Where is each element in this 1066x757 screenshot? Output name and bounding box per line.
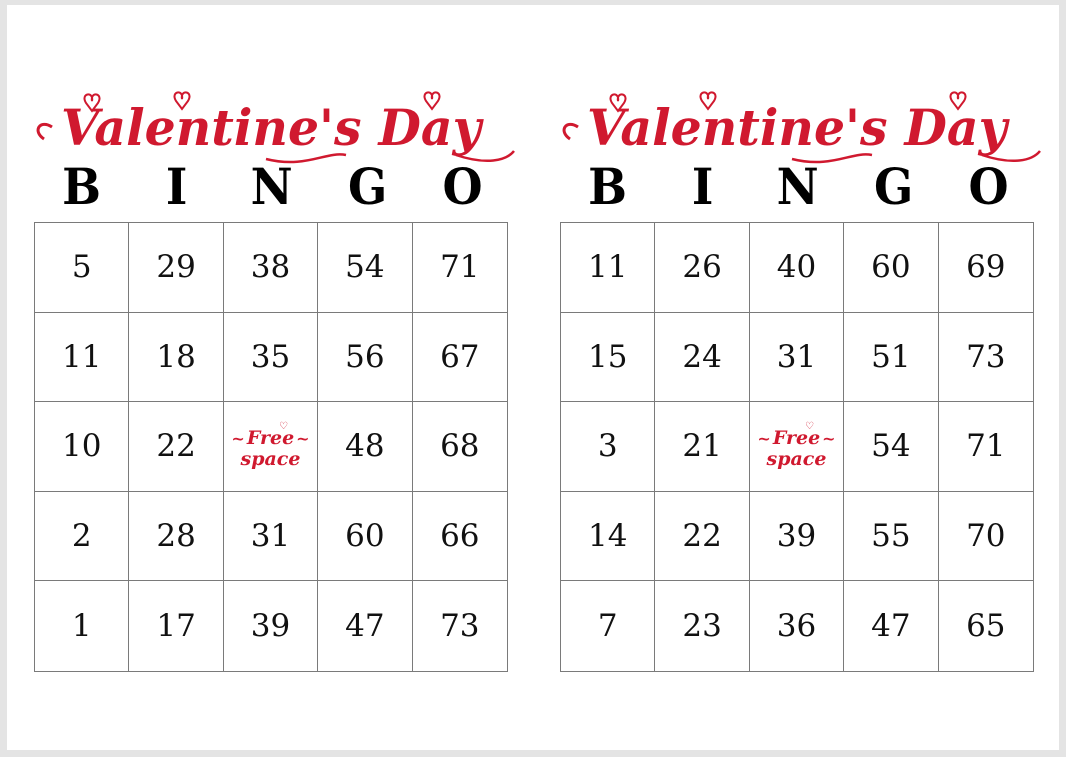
bingo-letter: I <box>692 157 714 216</box>
bingo-letter: N <box>250 157 294 216</box>
bingo-letter: O <box>968 157 1009 216</box>
bingo-cell[interactable]: 54 <box>844 402 939 492</box>
bingo-cell[interactable]: 68 <box>412 402 507 492</box>
bingo-cell[interactable]: 60 <box>844 223 939 313</box>
bingo-letter: O <box>442 157 483 216</box>
bingo-cell[interactable]: 65 <box>939 581 1033 671</box>
bingo-cell[interactable]: 31 <box>223 491 319 582</box>
bingo-cell[interactable]: 73 <box>413 581 507 671</box>
title-text: Valentine's Day <box>587 98 1010 157</box>
bingo-cell[interactable]: 3 <box>561 402 656 492</box>
bingo-cell[interactable]: 38 <box>223 223 319 313</box>
bingo-sheet: Valentine's Day B I N G O 5 29 38 54 71 11 18 35 56 67 1… <box>7 5 1059 750</box>
bingo-cell[interactable]: 28 <box>129 491 224 582</box>
free-space-label: Free <box>757 429 835 448</box>
bingo-cell[interactable]: 11 <box>561 223 656 313</box>
bingo-grid: 529385471 1118355667 1022♡Freespace4868 228… <box>34 222 508 672</box>
bingo-cell[interactable]: 5 <box>35 223 130 313</box>
bingo-cell[interactable]: 24 <box>655 312 750 403</box>
bingo-cell[interactable]: 10 <box>35 402 130 492</box>
bingo-cell[interactable]: 71 <box>412 223 507 313</box>
bingo-cell[interactable]: 22 <box>129 402 224 492</box>
bingo-grid: 1126406069 1524315173 321♡Freespace5471 142… <box>560 222 1034 672</box>
bingo-cell[interactable]: 2 <box>35 491 130 582</box>
bingo-cell[interactable]: 56 <box>318 312 413 403</box>
free-space-cell[interactable]: ♡Freespace <box>223 402 319 492</box>
bingo-letter: B <box>588 157 628 216</box>
bingo-cell[interactable]: 17 <box>129 581 224 671</box>
bingo-cell[interactable]: 15 <box>561 312 656 403</box>
bingo-cell[interactable]: 31 <box>749 312 845 403</box>
bingo-cell[interactable]: 7 <box>561 581 656 671</box>
free-space-label: space <box>766 448 827 471</box>
bingo-cell[interactable]: 11 <box>35 312 130 403</box>
bingo-cell[interactable]: 40 <box>749 223 845 313</box>
bingo-letter: I <box>166 157 188 216</box>
bingo-cell[interactable]: 36 <box>750 581 845 671</box>
bingo-cell[interactable]: 51 <box>844 312 939 403</box>
bingo-header: B I NGO <box>560 157 1036 217</box>
free-space-cell[interactable]: ♡Freespace <box>749 402 845 492</box>
bingo-cell[interactable]: 18 <box>129 312 224 403</box>
bingo-letter: B <box>62 157 102 216</box>
bingo-cell[interactable]: 66 <box>412 492 507 582</box>
bingo-cell[interactable]: 35 <box>223 312 319 403</box>
bingo-letter: G <box>347 157 387 216</box>
bingo-cell[interactable]: 29 <box>129 223 224 313</box>
bingo-letter: G <box>873 157 913 216</box>
left-swirl-icon <box>36 122 53 141</box>
left-swirl-icon <box>562 122 579 141</box>
bingo-cell[interactable]: 48 <box>318 402 413 492</box>
bingo-cell[interactable]: 70 <box>938 492 1033 582</box>
bingo-cell[interactable]: 22 <box>655 491 750 582</box>
bingo-header: B I NGO <box>34 157 510 217</box>
bingo-cell[interactable]: 26 <box>655 223 750 313</box>
free-space-label: space <box>240 448 301 471</box>
bingo-cell[interactable]: 69 <box>938 223 1033 313</box>
free-space-label: Free <box>231 429 309 448</box>
bingo-letter: N <box>776 157 820 216</box>
bingo-cell[interactable]: 1 <box>35 581 130 671</box>
bingo-cell[interactable]: 67 <box>412 313 507 403</box>
title-text: Valentine's Day <box>61 98 484 157</box>
bingo-cell[interactable]: 47 <box>844 581 939 671</box>
bingo-cell[interactable]: 47 <box>318 581 413 671</box>
bingo-cell[interactable]: 54 <box>318 223 413 313</box>
bingo-cell[interactable]: 39 <box>749 491 845 582</box>
bingo-cell[interactable]: 71 <box>938 402 1033 492</box>
bingo-cell[interactable]: 60 <box>318 491 413 582</box>
bingo-cell[interactable]: 14 <box>561 491 656 582</box>
bingo-cell[interactable]: 55 <box>844 491 939 582</box>
bingo-cell[interactable]: 73 <box>938 313 1033 403</box>
bingo-cell[interactable]: 21 <box>655 402 750 492</box>
bingo-cell[interactable]: 23 <box>655 581 750 671</box>
bingo-cell[interactable]: 39 <box>224 581 319 671</box>
